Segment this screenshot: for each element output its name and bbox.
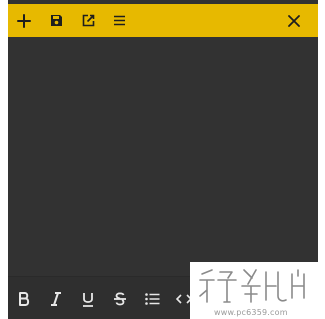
watermark-url: www.pc6359.com <box>214 308 288 317</box>
italic-icon <box>51 292 61 306</box>
bold-icon <box>19 292 30 306</box>
new-note-button[interactable] <box>11 4 37 37</box>
save-icon <box>50 15 62 26</box>
close-icon <box>288 14 300 27</box>
external-link-icon <box>82 14 94 27</box>
open-external-button[interactable] <box>75 4 101 37</box>
watermark-logo <box>199 269 305 303</box>
plus-icon <box>17 13 31 28</box>
underline-button[interactable] <box>74 285 102 313</box>
underline-icon <box>83 292 93 307</box>
save-button[interactable] <box>43 4 69 37</box>
close-button[interactable] <box>281 4 307 37</box>
bullet-list-icon <box>144 293 159 305</box>
menu-icon <box>113 15 125 26</box>
bullet-list-button[interactable] <box>138 285 166 313</box>
italic-button[interactable] <box>42 285 70 313</box>
menu-button[interactable] <box>106 4 132 37</box>
note-text-area[interactable] <box>8 37 318 276</box>
strikethrough-icon <box>114 292 126 306</box>
bold-button[interactable] <box>10 285 38 313</box>
note-titlebar <box>8 4 318 37</box>
strikethrough-button[interactable] <box>106 285 134 313</box>
